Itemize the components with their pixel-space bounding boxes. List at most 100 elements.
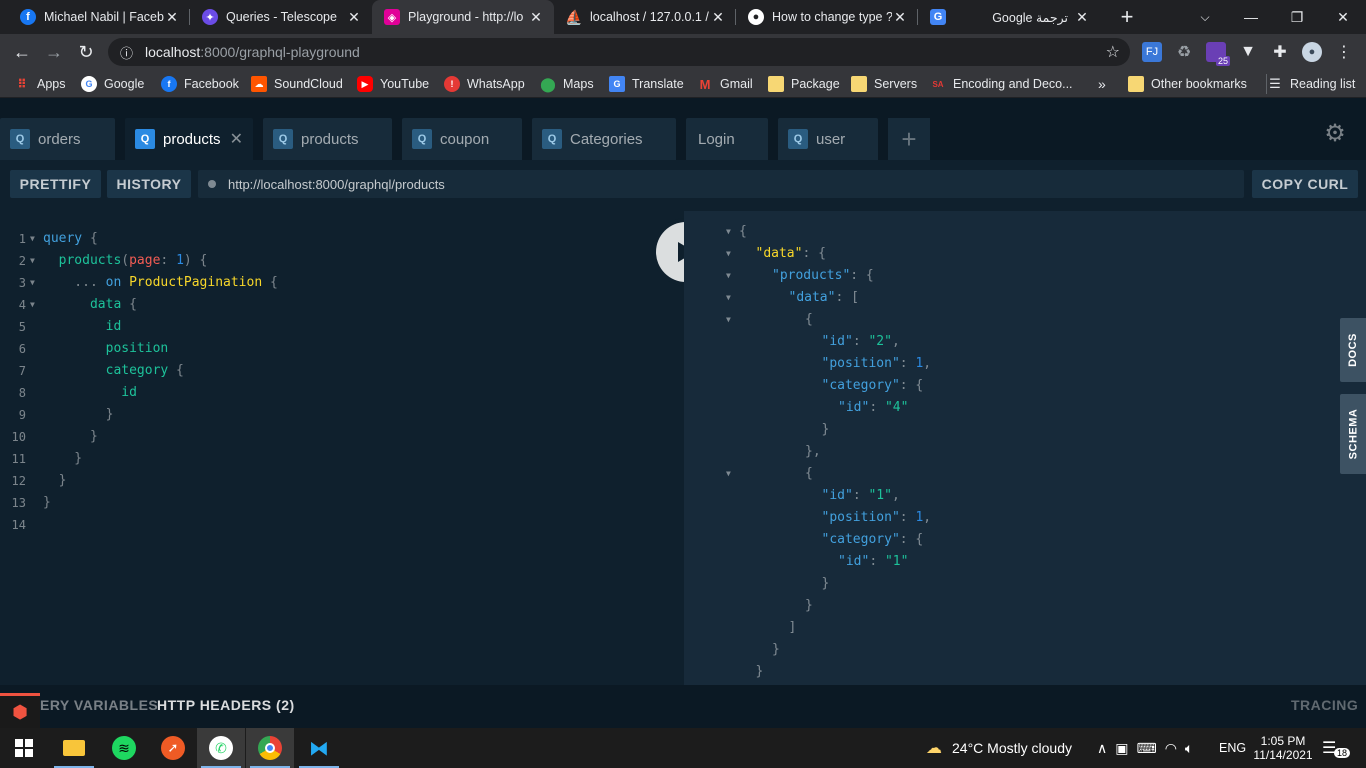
vue-devtools-icon[interactable]: ▼ bbox=[1238, 42, 1258, 62]
connection-status-dot bbox=[208, 180, 216, 188]
bookmark-package[interactable]: Package bbox=[768, 74, 840, 94]
close-icon[interactable]: ✕ bbox=[892, 9, 908, 26]
file-explorer-icon[interactable] bbox=[50, 728, 98, 768]
laravel-icon[interactable]: ⬢ bbox=[0, 693, 40, 728]
query-badge: Q bbox=[135, 129, 155, 149]
bookmark-label: Other bookmarks bbox=[1151, 77, 1247, 91]
restore-button[interactable]: ❐ bbox=[1274, 0, 1320, 34]
close-window-button[interactable]: ✕ bbox=[1320, 0, 1366, 34]
browser-tab-playground[interactable]: ◈ Playground - http://lo ✕ bbox=[372, 0, 554, 34]
fold-arrow-icon[interactable]: ▼ bbox=[726, 463, 731, 485]
spotify-icon[interactable]: ≋ bbox=[100, 728, 148, 768]
meet-now-icon[interactable]: ▣ bbox=[1115, 740, 1128, 757]
close-tab-icon[interactable]: ✕ bbox=[230, 129, 243, 149]
fold-arrow-icon[interactable]: ▼ bbox=[726, 221, 731, 243]
bookmark-soundcloud[interactable]: ☁ SoundCloud bbox=[251, 74, 343, 94]
extension-icon[interactable]: FJ bbox=[1142, 42, 1162, 62]
postman-icon[interactable]: ➚ bbox=[149, 728, 197, 768]
tab-orders[interactable]: Q orders bbox=[0, 118, 115, 160]
browser-tab-telescope[interactable]: ✦ Queries - Telescope ✕ bbox=[190, 0, 372, 34]
clock[interactable]: 1:05 PM 11/14/2021 bbox=[1253, 728, 1312, 768]
show-hidden-icons-chevron-icon[interactable]: ∧ bbox=[1097, 740, 1107, 757]
close-icon[interactable]: ✕ bbox=[1074, 9, 1090, 26]
vscode-icon[interactable]: ⧓ bbox=[295, 728, 343, 768]
profile-avatar[interactable]: ● bbox=[1302, 42, 1322, 62]
close-icon[interactable]: ✕ bbox=[710, 9, 726, 26]
bookmark-apps[interactable]: ⠿ Apps bbox=[14, 74, 65, 94]
start-button[interactable] bbox=[0, 728, 48, 768]
new-tab-button[interactable]: + bbox=[1104, 0, 1150, 34]
fold-arrow-icon[interactable]: ▼ bbox=[30, 272, 35, 294]
close-icon[interactable]: ✕ bbox=[346, 9, 362, 26]
fold-arrow-icon[interactable]: ▼ bbox=[726, 309, 731, 331]
weather-widget[interactable]: ☁ 24°C Mostly cloudy bbox=[926, 728, 1072, 768]
wifi-icon[interactable]: ◠ bbox=[1165, 740, 1177, 757]
copy-curl-button[interactable]: COPY CURL bbox=[1252, 170, 1358, 198]
schema-tab[interactable]: SCHEMA bbox=[1340, 394, 1366, 474]
tab-products[interactable]: Q products bbox=[263, 118, 392, 160]
close-icon[interactable]: ✕ bbox=[164, 9, 180, 26]
add-tab-button[interactable]: + bbox=[888, 118, 930, 160]
bookmark-google[interactable]: G Google bbox=[81, 74, 144, 94]
bookmark-whatsapp[interactable]: ! WhatsApp bbox=[444, 74, 525, 94]
browser-tab-title: Michael Nabil | Facebo bbox=[44, 10, 164, 24]
fold-arrow-icon[interactable]: ▼ bbox=[30, 250, 35, 272]
line-number: 8 bbox=[18, 386, 26, 400]
result-viewer[interactable]: ▼ {▼ "data": {▼ "products": {▼ "data": [▼ {"i… bbox=[684, 211, 1366, 685]
close-icon[interactable]: ✕ bbox=[528, 9, 544, 26]
playground-toolbar: PRETTIFY HISTORY http://localhost:8000/g… bbox=[0, 160, 1366, 210]
query-variables-tab[interactable]: ERY VARIABLES bbox=[40, 697, 158, 713]
docs-tab[interactable]: DOCS bbox=[1340, 318, 1366, 382]
recycle-icon[interactable]: ♻ bbox=[1174, 42, 1194, 62]
notifications-button[interactable]: ☰ 18 bbox=[1322, 728, 1351, 768]
bookmark-other[interactable]: Other bookmarks bbox=[1128, 74, 1247, 94]
back-button[interactable]: ← bbox=[10, 40, 34, 64]
chrome-icon[interactable] bbox=[246, 728, 294, 768]
forward-button[interactable]: → bbox=[42, 40, 66, 64]
keyboard-icon[interactable]: ⌨ bbox=[1136, 740, 1156, 757]
prettify-button[interactable]: PRETTIFY bbox=[10, 170, 101, 198]
whatsapp-taskbar-icon[interactable]: ✆ bbox=[197, 728, 245, 768]
tab-categories[interactable]: Q Categories bbox=[532, 118, 676, 160]
minimize-button[interactable]: — bbox=[1228, 0, 1274, 34]
fold-arrow-icon[interactable]: ▼ bbox=[30, 228, 35, 250]
fold-arrow-icon[interactable]: ▼ bbox=[726, 243, 731, 265]
browser-tab-github[interactable]: ● How to change type ? ✕ bbox=[736, 0, 918, 34]
fold-arrow-icon[interactable]: ▼ bbox=[30, 294, 35, 316]
extensions-puzzle-icon[interactable]: ✚ bbox=[1270, 42, 1290, 62]
browser-tab-facebook[interactable]: f Michael Nabil | Facebo ✕ bbox=[8, 0, 190, 34]
bookmark-maps[interactable]: ⬤ Maps bbox=[540, 74, 593, 94]
tracing-tab[interactable]: TRACING bbox=[1291, 697, 1358, 713]
reading-list-button[interactable]: ☰ Reading list bbox=[1266, 74, 1355, 94]
more-menu-icon[interactable]: ⋮ bbox=[1334, 42, 1354, 62]
tab-products-active[interactable]: Q products ✕ bbox=[125, 118, 253, 160]
extension-badge-icon[interactable]: 25 bbox=[1206, 42, 1230, 66]
address-bar[interactable]: ⓘ localhost:8000/graphql-playground ☆ bbox=[108, 38, 1130, 66]
bookmark-gmail[interactable]: M Gmail bbox=[697, 74, 753, 94]
info-icon[interactable]: ⓘ bbox=[120, 43, 133, 62]
browser-tab-phpmyadmin[interactable]: ⛵ localhost / 127.0.0.1 / ✕ bbox=[554, 0, 736, 34]
bookmark-translate[interactable]: G Translate bbox=[609, 74, 684, 94]
bookmark-servers[interactable]: Servers bbox=[851, 74, 917, 94]
bookmark-youtube[interactable]: ▶ YouTube bbox=[357, 74, 429, 94]
tab-login[interactable]: Login bbox=[686, 118, 768, 160]
http-headers-tab[interactable]: HTTP HEADERS (2) bbox=[157, 697, 295, 713]
bookmark-encoding[interactable]: SA Encoding and Deco... bbox=[930, 74, 1072, 94]
bookmark-facebook[interactable]: f Facebook bbox=[161, 74, 239, 94]
volume-icon[interactable]: 🔈︎ bbox=[1185, 740, 1193, 757]
query-editor[interactable]: 1 2 3 4 5 6 7 8 9 10 11 12 13 14 ▼ ▼ ▼ ▼… bbox=[0, 211, 684, 685]
tab-user[interactable]: Q user bbox=[778, 118, 878, 160]
tab-coupon[interactable]: Q coupon bbox=[402, 118, 522, 160]
language-indicator[interactable]: ENG bbox=[1219, 728, 1246, 768]
tab-label: coupon bbox=[440, 130, 490, 148]
browser-tab-google-translate[interactable]: G Google ترجمة ✕ bbox=[918, 0, 1100, 34]
endpoint-input[interactable]: http://localhost:8000/graphql/products bbox=[198, 170, 1244, 198]
settings-gear-icon[interactable]: ⚙ bbox=[1322, 120, 1348, 147]
history-button[interactable]: HISTORY bbox=[107, 170, 191, 198]
bookmarks-overflow-button[interactable]: » bbox=[1098, 74, 1106, 94]
fold-arrow-icon[interactable]: ▼ bbox=[726, 265, 731, 287]
reload-button[interactable]: ↻ bbox=[74, 40, 98, 64]
fold-arrow-icon[interactable]: ▼ bbox=[726, 287, 731, 309]
tab-search-button[interactable]: ⌵ bbox=[1182, 0, 1228, 34]
bookmark-star-icon[interactable]: ☆ bbox=[1106, 42, 1120, 62]
